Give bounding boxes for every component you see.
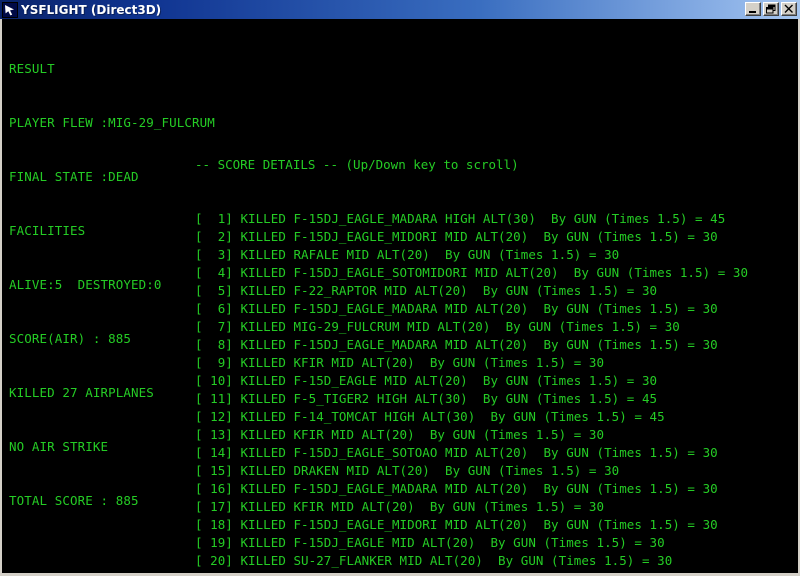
- window-title: YSFLIGHT (Direct3D): [21, 2, 162, 17]
- kill-entry-row: [ 10] KILLED F-15D_EAGLE MID ALT(20) By …: [195, 373, 658, 388]
- kill-entry-row: [ 17] KILLED KFIR MID ALT(20) By GUN (Ti…: [195, 499, 605, 514]
- plane-cursor-icon: [2, 1, 18, 18]
- d3d-render-surface[interactable]: RESULT PLAYER FLEW :MIG-29_FULCRUM FINAL…: [2, 19, 798, 573]
- restore-button[interactable]: [763, 2, 779, 16]
- ysflight-window: YSFLIGHT (Direct3D) RESULT PLAYER FLEW:…: [0, 0, 800, 576]
- kill-entry-row: [ 20] KILLED SU-27_FLANKER MID ALT(20) B…: [195, 553, 673, 568]
- summary-final-state: FINAL STATE :DEAD: [9, 169, 139, 184]
- kill-entry-row: [ 5] KILLED F-22_RAPTOR MID ALT(20) By G…: [195, 283, 658, 298]
- kill-entry-row: [ 15] KILLED DRAKEN MID ALT(20) By GUN (…: [195, 463, 620, 478]
- summary-spacer: [9, 546, 199, 564]
- summary-facilities-counts: ALIVE:5 DESTROYED:0: [9, 277, 162, 292]
- summary-killed-airplanes: KILLED 27 AIRPLANES: [9, 385, 154, 400]
- summary-player-flew: PLAYER FLEW :MIG-29_FULCRUM: [9, 115, 215, 130]
- summary-total-score: TOTAL SCORE : 885: [9, 493, 139, 508]
- summary-air-strike: NO AIR STRIKE: [9, 439, 109, 454]
- summary-result-title: RESULT: [9, 61, 55, 76]
- kill-entry-row: [ 14] KILLED F-15DJ_EAGLE_SOTOAO MID ALT…: [195, 445, 718, 460]
- kill-entry-row: [ 18] KILLED F-15DJ_EAGLE_MIDORI MID ALT…: [195, 517, 718, 532]
- summary-score-air: SCORE(AIR) : 885: [9, 331, 132, 346]
- kill-entry-row: [ 2] KILLED F-15DJ_EAGLE_MIDORI MID ALT(…: [195, 229, 718, 244]
- score-details-panel[interactable]: -- SCORE DETAILS -- (Up/Down key to scro…: [195, 120, 795, 573]
- kill-entry-row: [ 9] KILLED KFIR MID ALT(20) By GUN (Tim…: [195, 355, 605, 370]
- kill-entry-row: [ 7] KILLED MIG-29_FULCRUM MID ALT(20) B…: [195, 319, 680, 334]
- kill-entry-row: [ 21] KILLED DRAKEN MID ALT(20) By GUN (…: [195, 570, 795, 573]
- kill-entry-row: [ 1] KILLED F-15DJ_EAGLE_MADARA HIGH ALT…: [195, 211, 726, 226]
- kill-entry-row: [ 4] KILLED F-15DJ_EAGLE_SOTOMIDORI MID …: [195, 265, 749, 280]
- result-summary-panel: RESULT PLAYER FLEW :MIG-29_FULCRUM FINAL…: [9, 24, 215, 573]
- score-details-header: -- SCORE DETAILS -- (Up/Down key to scro…: [195, 157, 519, 172]
- kill-entry-row: [ 16] KILLED F-15DJ_EAGLE_MADARA MID ALT…: [195, 481, 718, 496]
- kill-list[interactable]: [ 1] KILLED F-15DJ_EAGLE_MADARA HIGH ALT…: [195, 210, 795, 573]
- kill-entry-row: [ 6] KILLED F-15DJ_EAGLE_MADARA MID ALT(…: [195, 301, 718, 316]
- minimize-button[interactable]: [745, 2, 761, 16]
- window-titlebar[interactable]: YSFLIGHT (Direct3D): [0, 0, 800, 19]
- summary-facilities-label: FACILITIES: [9, 223, 86, 238]
- kill-entry-row: [ 8] KILLED F-15DJ_EAGLE_MADARA MID ALT(…: [195, 337, 718, 352]
- kill-entry-row: [ 19] KILLED F-15DJ_EAGLE MID ALT(20) By…: [195, 535, 665, 550]
- close-button[interactable]: [781, 2, 797, 16]
- titlebar-button-group: [745, 2, 797, 16]
- kill-entry-row: [ 11] KILLED F-5_TIGER2 HIGH ALT(30) By …: [195, 391, 658, 406]
- kill-entry-row: [ 3] KILLED RAFALE MID ALT(20) By GUN (T…: [195, 247, 620, 262]
- kill-entry-row: [ 12] KILLED F-14_TOMCAT HIGH ALT(30) By…: [195, 409, 665, 424]
- game-client-area: RESULT PLAYER FLEW :MIG-29_FULCRUM FINAL…: [0, 19, 800, 576]
- kill-entry-row: [ 13] KILLED KFIR MID ALT(20) By GUN (Ti…: [195, 427, 605, 442]
